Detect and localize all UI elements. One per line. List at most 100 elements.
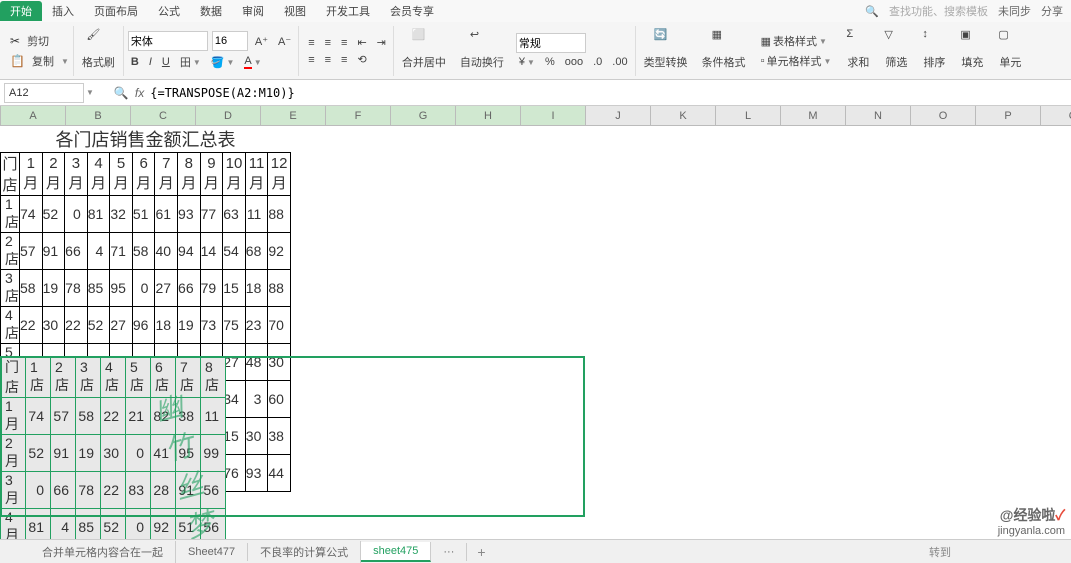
fill-icon: ▣ (960, 28, 984, 52)
cell-button[interactable]: ▢ 单元 (992, 26, 1028, 72)
sheet-tab-2[interactable]: Sheet477 (176, 543, 248, 561)
tab-dev[interactable]: 开发工具 (316, 3, 380, 19)
col-header-A[interactable]: A (1, 106, 66, 125)
col-header-F[interactable]: F (326, 106, 391, 125)
font-color-button[interactable]: A▼ (241, 54, 264, 70)
cond-format-button[interactable]: ▦ 条件格式 (696, 26, 752, 72)
tab-member[interactable]: 会员专享 (380, 3, 444, 19)
indent-dec-button[interactable]: ⇤ (354, 35, 369, 50)
copy-icon[interactable]: 📋 (10, 54, 25, 68)
font-family-select[interactable] (128, 31, 208, 51)
search-placeholder[interactable]: 查找功能、搜索模板 (889, 3, 988, 19)
table-style-button[interactable]: ▦ 表格样式▼ (758, 32, 835, 50)
spreadsheet-grid: ABCDEFGHIJKLMNOPQ 各门店销售金额汇总表门店1月2月3月4月5月… (0, 106, 1071, 546)
number-format-select[interactable] (516, 33, 586, 53)
sort-icon: ↕ (922, 28, 946, 52)
tab-review[interactable]: 审阅 (232, 3, 274, 19)
add-sheet-button[interactable]: + (467, 544, 495, 560)
font-size-select[interactable] (212, 31, 248, 51)
col-header-K[interactable]: K (651, 106, 716, 125)
search-icon[interactable]: 🔍 (865, 5, 879, 18)
cell-style-icon: ▫ (761, 55, 765, 67)
sum-button[interactable]: Σ 求和 (840, 26, 876, 72)
name-box[interactable]: A12 (4, 83, 84, 103)
sheet-tab-more[interactable]: ··· (431, 543, 467, 561)
ribbon-toolbar: ✂ 剪切 📋 复制 ▼ 🖌 格式刷 A⁺ A⁻ B I U 田▼ 🪣▼ A▼ (0, 22, 1071, 80)
dec-inc-button[interactable]: .0 (590, 55, 605, 69)
transposed-table[interactable]: 门店1店2店3店4店5店6店7店8店1月74575822218238112月52… (0, 356, 226, 546)
type-convert-button[interactable]: 🔄 类型转换 (638, 26, 694, 72)
tab-view[interactable]: 视图 (274, 3, 316, 19)
col-header-P[interactable]: P (976, 106, 1041, 125)
cell-icon: ▢ (998, 28, 1022, 52)
share-button[interactable]: 分享 (1041, 3, 1063, 19)
col-header-L[interactable]: L (716, 106, 781, 125)
comma-button[interactable]: ooo (562, 55, 586, 69)
align-center-button[interactable]: ≡ (322, 53, 334, 67)
sheet-tab-3[interactable]: 不良率的计算公式 (248, 541, 361, 563)
search-fn-icon[interactable]: 🔍 (114, 86, 129, 100)
col-header-G[interactable]: G (391, 106, 456, 125)
fx-icon[interactable]: fx (135, 86, 144, 100)
format-painter-button[interactable]: 🖌 格式刷 (76, 26, 121, 72)
underline-button[interactable]: U (159, 55, 173, 69)
italic-button[interactable]: I (146, 55, 155, 69)
col-header-B[interactable]: B (66, 106, 131, 125)
col-header-N[interactable]: N (846, 106, 911, 125)
convert-icon: 🔄 (654, 28, 678, 52)
formula-input[interactable] (150, 86, 750, 100)
col-header-I[interactable]: I (521, 106, 586, 125)
align-right-button[interactable]: ≡ (338, 53, 350, 67)
copy-button[interactable]: 复制 (29, 52, 57, 70)
percent-button[interactable]: % (542, 55, 558, 69)
tab-formula[interactable]: 公式 (148, 3, 190, 19)
indent-inc-button[interactable]: ⇥ (374, 35, 389, 50)
increase-font-button[interactable]: A⁺ (252, 34, 271, 49)
col-header-O[interactable]: O (911, 106, 976, 125)
cell-style-button[interactable]: ▫ 单元格样式▼ (758, 52, 835, 70)
fill-button[interactable]: ▣ 填充 (954, 26, 990, 72)
tab-insert[interactable]: 插入 (42, 3, 84, 19)
watermark-logo: @经验啦✓ jingyanla.com (998, 505, 1065, 537)
border-button[interactable]: 田▼ (177, 53, 204, 71)
tab-data[interactable]: 数据 (190, 3, 232, 19)
goto-label: 转到 (929, 544, 1071, 560)
align-left-button[interactable]: ≡ (305, 53, 317, 67)
col-header-M[interactable]: M (781, 106, 846, 125)
decrease-font-button[interactable]: A⁻ (275, 34, 294, 49)
orientation-button[interactable]: ⟲ (354, 52, 369, 67)
col-header-E[interactable]: E (261, 106, 326, 125)
merge-icon: ⬜ (412, 28, 436, 52)
wrap-icon: ↩ (470, 28, 494, 52)
col-header-Q[interactable]: Q (1041, 106, 1071, 125)
align-bot-button[interactable]: ≡ (338, 36, 350, 50)
col-header-H[interactable]: H (456, 106, 521, 125)
sheet-tabs-bar: 合并单元格内容合在一起 Sheet477 不良率的计算公式 sheet475 ·… (0, 539, 1071, 563)
bold-button[interactable]: B (128, 55, 142, 69)
col-header-D[interactable]: D (196, 106, 261, 125)
align-mid-button[interactable]: ≡ (322, 36, 334, 50)
sheet-tab-1[interactable]: 合并单元格内容合在一起 (30, 541, 176, 563)
sort-button[interactable]: ↕ 排序 (916, 26, 952, 72)
currency-button[interactable]: ¥▼ (516, 55, 538, 69)
table-style-icon: ▦ (761, 35, 771, 48)
menu-tabs-row: 开始 插入 页面布局 公式 数据 审阅 视图 开发工具 会员专享 🔍 查找功能、… (0, 0, 1071, 22)
sigma-icon: Σ (846, 28, 870, 52)
dec-dec-button[interactable]: .00 (609, 55, 630, 69)
merge-center-button[interactable]: ⬜ 合并居中 (396, 26, 452, 72)
align-top-button[interactable]: ≡ (305, 36, 317, 50)
col-header-J[interactable]: J (586, 106, 651, 125)
tab-layout[interactable]: 页面布局 (84, 3, 148, 19)
cut-icon[interactable]: ✂ (10, 34, 20, 48)
sheet-tab-4[interactable]: sheet475 (361, 542, 431, 562)
brush-icon: 🖌 (86, 28, 110, 52)
sync-status[interactable]: 未同步 (998, 3, 1031, 19)
formula-bar: A12 ▼ 🔍 fx (0, 80, 1071, 106)
tab-home[interactable]: 开始 (0, 1, 42, 21)
wrap-text-button[interactable]: ↩ 自动换行 (454, 26, 510, 72)
funnel-icon: ▽ (884, 28, 908, 52)
fill-color-button[interactable]: 🪣▼ (208, 55, 238, 70)
col-header-C[interactable]: C (131, 106, 196, 125)
cut-button[interactable]: 剪切 (24, 32, 52, 50)
filter-button[interactable]: ▽ 筛选 (878, 26, 914, 72)
